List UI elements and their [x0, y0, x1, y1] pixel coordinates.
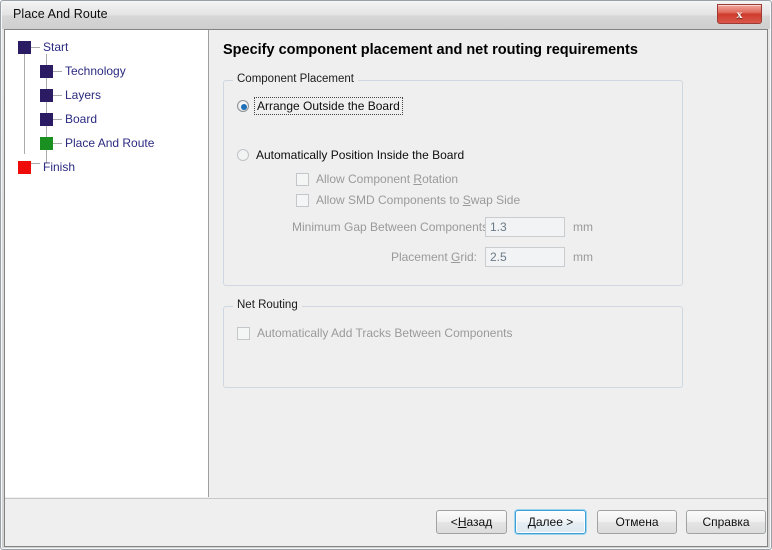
close-button[interactable]: x — [717, 4, 762, 24]
cancel-button[interactable]: Отмена — [597, 510, 677, 534]
sidebar-item-layers[interactable]: Layers — [40, 85, 101, 105]
step-marker-icon — [40, 137, 53, 150]
step-marker-icon — [40, 113, 53, 126]
unit-label-gap: mm — [573, 220, 593, 234]
dialog-window: Place And Route x Start — [0, 0, 772, 550]
sidebar-item-technology[interactable]: Technology — [40, 61, 126, 81]
sidebar-item-start[interactable]: Start — [18, 37, 68, 57]
group-net-routing: Net Routing Automatically Add Tracks Bet… — [223, 306, 683, 388]
title-bar[interactable]: Place And Route x — [2, 2, 770, 29]
page-title: Specify component placement and net rout… — [223, 42, 638, 58]
wizard-steps-sidebar: Start Technology Layers Board Place And … — [5, 30, 209, 497]
checkbox-label-post: wap Side — [471, 193, 520, 207]
field-placement-grid: Placement Grid: mm — [292, 247, 672, 267]
step-marker-icon — [18, 41, 31, 54]
checkbox-allow-component-rotation[interactable]: Allow Component Rotation — [296, 172, 458, 186]
back-label-pre: < — [451, 515, 458, 529]
checkbox-label: Automatically Add Tracks Between Compone… — [257, 326, 512, 340]
sidebar-item-label: Finish — [43, 160, 75, 174]
step-marker-icon — [40, 65, 53, 78]
checkbox-label-pre: Allow Component — [316, 172, 413, 186]
back-button[interactable]: < Назад — [436, 510, 507, 534]
accelerator-key: Н — [458, 515, 467, 529]
checkbox-label-post: otation — [422, 172, 458, 186]
back-label-post: азад — [466, 515, 492, 529]
field-label-post: rid: — [460, 250, 477, 264]
step-marker-icon — [40, 89, 53, 102]
accelerator-key: Д — [528, 515, 536, 529]
help-button[interactable]: Справка — [686, 510, 766, 534]
step-marker-icon — [18, 161, 31, 174]
radio-auto-position-inside-board[interactable]: Automatically Position Inside the Board — [237, 148, 464, 162]
radio-label: Arrange Outside the Board — [256, 99, 401, 113]
radio-label: Automatically Position Inside the Board — [256, 148, 464, 162]
checkbox-allow-smd-swap-side[interactable]: Allow SMD Components to Swap Side — [296, 193, 520, 207]
radio-indicator-icon — [237, 100, 249, 112]
unit-label-grid: mm — [573, 250, 593, 264]
group-component-placement: Component Placement Arrange Outside the … — [223, 80, 683, 286]
sidebar-item-label: Layers — [65, 88, 101, 102]
sidebar-item-label: Start — [43, 40, 68, 54]
checkbox-indicator-icon — [237, 327, 250, 340]
checkbox-label: Allow SMD Components to Swap Side — [316, 193, 520, 207]
radio-indicator-icon — [237, 149, 249, 161]
dialog-footer: < Назад Далее > Отмена Справка — [5, 498, 767, 546]
checkbox-auto-add-tracks[interactable]: Automatically Add Tracks Between Compone… — [237, 326, 512, 340]
checkbox-indicator-icon — [296, 173, 309, 186]
sidebar-item-label: Place And Route — [65, 136, 154, 150]
field-minimum-gap: Minimum Gap Between Components: mm — [292, 217, 672, 237]
field-label-pre: Placement — [391, 250, 451, 264]
checkbox-indicator-icon — [296, 194, 309, 207]
next-label-post: алее > — [536, 515, 573, 529]
next-button[interactable]: Далее > — [515, 510, 586, 534]
sidebar-item-label: Board — [65, 112, 97, 126]
accelerator-key: G — [451, 250, 460, 264]
accelerator-key: S — [463, 193, 471, 207]
main-content-panel: Specify component placement and net rout… — [210, 30, 767, 497]
field-label-minimum-gap: Minimum Gap Between Components: — [292, 220, 477, 234]
minimum-gap-input[interactable] — [485, 217, 565, 237]
sidebar-item-label: Technology — [65, 64, 126, 78]
checkbox-label-pre: Allow SMD Components to — [316, 193, 463, 207]
field-label-placement-grid: Placement Grid: — [292, 250, 477, 264]
dialog-client-area: Start Technology Layers Board Place And … — [4, 29, 768, 547]
close-icon: x — [718, 5, 761, 23]
group-title-component-placement: Component Placement — [233, 73, 358, 85]
checkbox-label: Allow Component Rotation — [316, 172, 458, 186]
placement-grid-input[interactable] — [485, 247, 565, 267]
sidebar-item-board[interactable]: Board — [40, 109, 97, 129]
accelerator-key: R — [413, 172, 422, 186]
sidebar-item-place-and-route[interactable]: Place And Route — [40, 133, 154, 153]
window-title: Place And Route — [13, 7, 108, 21]
sidebar-item-finish[interactable]: Finish — [18, 157, 75, 177]
radio-arrange-outside-board[interactable]: Arrange Outside the Board — [237, 99, 401, 113]
group-title-net-routing: Net Routing — [233, 299, 302, 311]
tree-trunk-line — [24, 54, 25, 154]
